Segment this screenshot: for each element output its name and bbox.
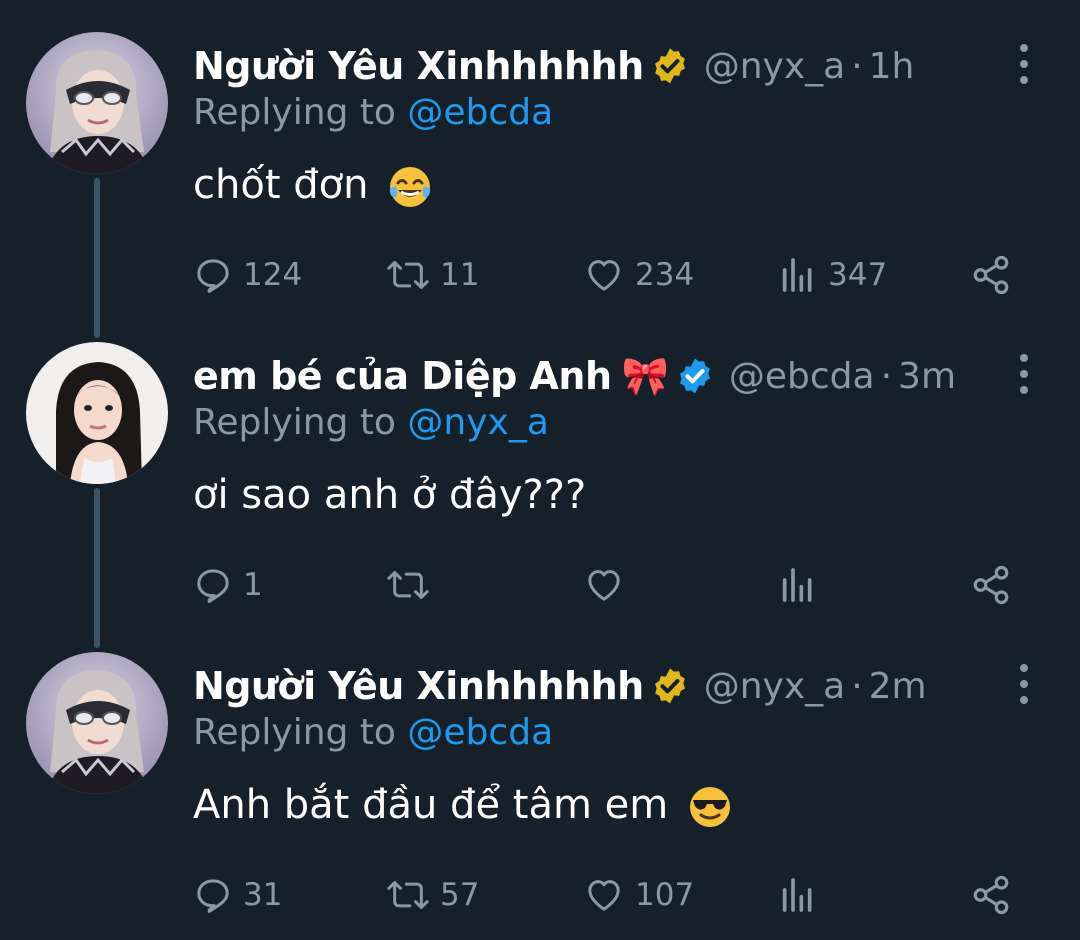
reply-count: 31 xyxy=(243,877,283,913)
replying-to-line: Replying to @ebcda xyxy=(193,712,553,753)
share-icon xyxy=(973,565,1009,605)
more-options-icon[interactable] xyxy=(1012,44,1036,84)
user-handle[interactable]: @nyx_a xyxy=(704,666,846,707)
avatar[interactable] xyxy=(26,652,168,794)
tweet-text: chốt đơn xyxy=(193,162,433,210)
like-button[interactable]: 234 xyxy=(583,250,694,300)
tweet-actions-bar: 124 11 234 347 xyxy=(193,250,1023,300)
share-icon xyxy=(973,875,1009,915)
reply-icon xyxy=(197,569,229,603)
like-button[interactable]: 107 xyxy=(583,870,694,920)
avatar[interactable] xyxy=(26,342,168,484)
tweet[interactable]: em bé của Diệp Anh 🎀 @ebcda · 3m Replyin… xyxy=(0,310,1080,620)
views-chart-icon xyxy=(782,878,812,912)
retweet-icon xyxy=(387,261,429,289)
like-button[interactable] xyxy=(583,560,635,610)
retweet-count: 11 xyxy=(440,257,480,293)
reply-icon xyxy=(197,259,229,293)
views-count: 347 xyxy=(828,257,888,293)
views-chart-icon xyxy=(782,258,812,292)
tweet-actions-bar: 1 xyxy=(193,560,1023,610)
like-count: 107 xyxy=(635,877,695,913)
more-options-icon[interactable] xyxy=(1012,664,1036,704)
reply-count: 1 xyxy=(243,567,263,603)
user-handle[interactable]: @ebcda xyxy=(729,356,875,397)
views-button[interactable]: 347 xyxy=(778,250,887,300)
verified-badge-icon xyxy=(654,48,685,84)
tweet-text: ơi sao anh ở đây??? xyxy=(193,472,586,518)
heart-icon xyxy=(588,260,620,291)
replying-to-line: Replying to @ebcda xyxy=(193,92,553,133)
ribbon-bow-icon: 🎀 xyxy=(621,354,669,398)
views-button[interactable] xyxy=(778,560,828,610)
tweet[interactable]: Người Yêu Xinhhhhhh @nyx_a · 2m Replying… xyxy=(0,620,1080,930)
mention-link[interactable]: @ebcda xyxy=(407,92,553,133)
tweet[interactable]: Người Yêu Xinhhhhhh @nyx_a · 1h Replying… xyxy=(0,0,1080,310)
reply-button[interactable]: 1 xyxy=(193,560,263,610)
tweet-text-content: ơi sao anh ở đây??? xyxy=(193,472,587,518)
heart-icon xyxy=(588,880,620,911)
retweet-button[interactable] xyxy=(386,560,440,610)
display-name[interactable]: em bé của Diệp Anh xyxy=(193,354,612,398)
heart-icon xyxy=(588,570,620,601)
replying-to-label: Replying to xyxy=(193,402,396,443)
replying-to-label: Replying to xyxy=(193,92,396,133)
verified-badge-icon xyxy=(654,668,685,704)
reply-button[interactable]: 31 xyxy=(193,870,282,920)
smiling-face-with-sunglasses-icon xyxy=(689,787,730,827)
tweet-actions-bar: 31 57 107 xyxy=(193,870,1023,920)
more-options-icon[interactable] xyxy=(1012,354,1036,394)
views-chart-icon xyxy=(782,568,812,602)
avatar[interactable] xyxy=(26,32,168,174)
share-button[interactable] xyxy=(970,250,1012,300)
reply-icon xyxy=(197,879,229,913)
retweet-icon xyxy=(387,571,429,599)
face-with-tears-of-joy-icon xyxy=(390,167,431,207)
retweet-icon xyxy=(387,881,429,909)
replying-to-label: Replying to xyxy=(193,712,396,753)
display-name[interactable]: Người Yêu Xinhhhhhh xyxy=(193,44,644,88)
share-button[interactable] xyxy=(970,870,1012,920)
replying-to-line: Replying to @nyx_a xyxy=(193,402,549,443)
share-icon xyxy=(973,255,1009,295)
user-handle[interactable]: @nyx_a xyxy=(704,46,846,87)
tweet-timestamp[interactable]: 3m xyxy=(898,356,956,397)
retweet-button[interactable]: 11 xyxy=(386,250,479,300)
verified-badge-icon xyxy=(679,358,710,394)
mention-link[interactable]: @nyx_a xyxy=(407,402,549,443)
separator-dot: · xyxy=(880,355,893,397)
views-button[interactable] xyxy=(778,870,828,920)
retweet-button[interactable]: 57 xyxy=(386,870,479,920)
tweet-timestamp[interactable]: 2m xyxy=(869,666,927,707)
reply-button[interactable]: 124 xyxy=(193,250,302,300)
like-count: 234 xyxy=(635,257,695,293)
separator-dot: · xyxy=(851,665,863,707)
share-button[interactable] xyxy=(970,560,1012,610)
tweet-text: Anh bắt đầu để tâm em xyxy=(193,782,733,830)
tweet-timestamp[interactable]: 1h xyxy=(869,46,915,87)
mention-link[interactable]: @ebcda xyxy=(407,712,553,753)
display-name[interactable]: Người Yêu Xinhhhhhh xyxy=(193,664,644,708)
reply-count: 124 xyxy=(243,257,303,293)
tweet-text-content: chốt đơn xyxy=(193,162,369,208)
tweet-text-content: Anh bắt đầu để tâm em xyxy=(193,782,669,828)
separator-dot: · xyxy=(851,45,863,87)
retweet-count: 57 xyxy=(440,877,480,913)
